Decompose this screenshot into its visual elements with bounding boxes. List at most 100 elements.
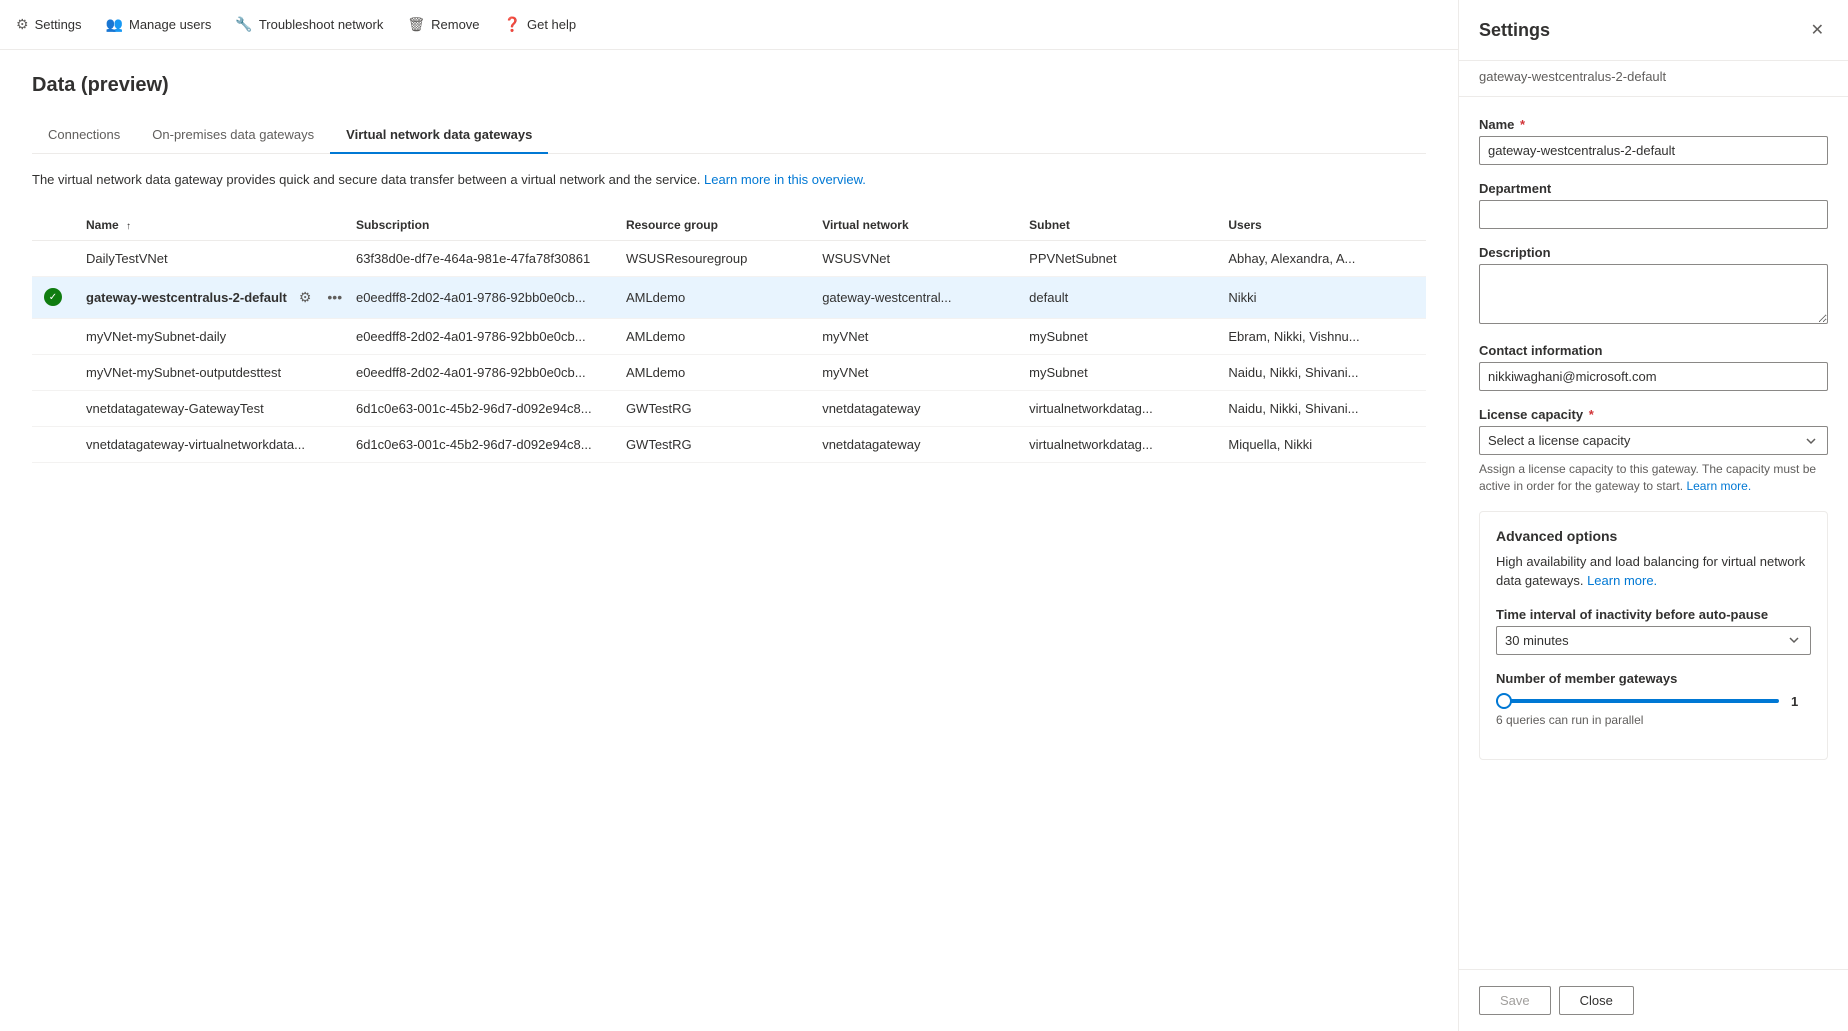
row-settings-btn[interactable]: ⚙ — [295, 287, 316, 308]
panel-close-button[interactable]: ✕ — [1807, 16, 1828, 44]
description-form-group: Description — [1479, 245, 1828, 327]
row-name: myVNet-mySubnet-daily — [74, 318, 344, 354]
row-subnet: mySubnet — [1017, 354, 1216, 390]
toolbar-item-troubleshoot-network[interactable]: 🔧Troubleshoot network — [235, 16, 383, 33]
row-virtual-network: vnetdatagateway — [810, 426, 1017, 462]
page-title: Data (preview) — [32, 74, 1426, 97]
tab-virtual-network[interactable]: Virtual network data gateways — [330, 117, 548, 154]
main-content: ⚙Settings👥Manage users🔧Troubleshoot netw… — [0, 0, 1458, 1031]
row-subscription: 63f38d0e-df7e-464a-981e-47fa78f30861 — [344, 240, 614, 276]
name-required: * — [1520, 117, 1525, 132]
row-more-btn[interactable]: ••• — [323, 287, 344, 307]
toolbar-item-label: Get help — [527, 17, 576, 32]
row-subscription: e0eedff8-2d02-4a01-9786-92bb0e0cb... — [344, 276, 614, 318]
time-interval-form-group: Time interval of inactivity before auto-… — [1496, 607, 1811, 655]
slider-container: 1 — [1496, 694, 1811, 709]
tab-on-premises[interactable]: On-premises data gateways — [136, 117, 330, 154]
panel-body: Name * Department Description Contact in… — [1459, 97, 1848, 969]
save-button[interactable]: Save — [1479, 986, 1551, 1015]
tab-connections[interactable]: Connections — [32, 117, 136, 154]
row-virtual-network: vnetdatagateway — [810, 390, 1017, 426]
department-form-group: Department — [1479, 181, 1828, 229]
close-button[interactable]: Close — [1559, 986, 1634, 1015]
table-row[interactable]: DailyTestVNet63f38d0e-df7e-464a-981e-47f… — [32, 240, 1426, 276]
table-header-row: Name ↑ Subscription Resource group Virtu… — [32, 210, 1426, 241]
toolbar-item-label: Troubleshoot network — [259, 17, 384, 32]
tabs: ConnectionsOn-premises data gatewaysVirt… — [32, 117, 1426, 154]
row-subscription: 6d1c0e63-001c-45b2-96d7-d092e94c8... — [344, 390, 614, 426]
toolbar-item-label: Settings — [35, 17, 82, 32]
row-actions: gateway-westcentralus-2-default ⚙ ••• — [86, 287, 332, 308]
toolbar-item-remove[interactable]: 🗑Remove — [407, 16, 479, 33]
description-textarea[interactable] — [1479, 264, 1828, 324]
row-icon-cell-3 — [32, 354, 74, 390]
row-name-text: gateway-westcentralus-2-default — [86, 290, 287, 305]
license-learn-more-link[interactable]: Learn more. — [1686, 479, 1751, 493]
contact-input[interactable] — [1479, 362, 1828, 391]
table-row[interactable]: myVNet-mySubnet-outputdestteste0eedff8-2… — [32, 354, 1426, 390]
table-row[interactable]: myVNet-mySubnet-dailye0eedff8-2d02-4a01-… — [32, 318, 1426, 354]
license-capacity-select[interactable]: Select a license capacity — [1479, 426, 1828, 455]
department-input[interactable] — [1479, 200, 1828, 229]
panel-subtitle: gateway-westcentralus-2-default — [1459, 61, 1848, 97]
table-row[interactable]: vnetdatagateway-virtualnetworkdata...6d1… — [32, 426, 1426, 462]
row-icon-cell-4 — [32, 390, 74, 426]
row-virtual-network: myVNet — [810, 354, 1017, 390]
contact-form-group: Contact information — [1479, 343, 1828, 391]
row-subscription: 6d1c0e63-001c-45b2-96d7-d092e94c8... — [344, 426, 614, 462]
row-users: Nikki — [1216, 276, 1426, 318]
row-users: Miquella, Nikki — [1216, 426, 1426, 462]
table-body: DailyTestVNet63f38d0e-df7e-464a-981e-47f… — [32, 240, 1426, 462]
panel-header: Settings ✕ — [1459, 0, 1848, 61]
slider-hint: 6 queries can run in parallel — [1496, 713, 1811, 727]
row-subnet: virtualnetworkdatag... — [1017, 390, 1216, 426]
license-form-group: License capacity * Select a license capa… — [1479, 407, 1828, 495]
row-subnet: default — [1017, 276, 1216, 318]
toolbar-item-settings[interactable]: ⚙Settings — [16, 16, 82, 33]
row-resource-group: GWTestRG — [614, 426, 810, 462]
sort-icon: ↑ — [126, 221, 131, 232]
toolbar-item-get-help[interactable]: ❓ Get help — [504, 16, 577, 33]
row-virtual-network: WSUSVNet — [810, 240, 1017, 276]
description-text: The virtual network data gateway provide… — [32, 170, 1426, 190]
contact-label: Contact information — [1479, 343, 1828, 358]
col-subnet: Subnet — [1017, 210, 1216, 241]
row-subnet: virtualnetworkdatag... — [1017, 426, 1216, 462]
row-name: gateway-westcentralus-2-default ⚙ ••• — [74, 276, 344, 318]
description-label: Description — [1479, 245, 1828, 260]
col-subscription: Subscription — [344, 210, 614, 241]
col-resource-group: Resource group — [614, 210, 810, 241]
col-virtual-network: Virtual network — [810, 210, 1017, 241]
row-subscription: e0eedff8-2d02-4a01-9786-92bb0e0cb... — [344, 318, 614, 354]
row-users: Naidu, Nikki, Shivani... — [1216, 390, 1426, 426]
row-resource-group: GWTestRG — [614, 390, 810, 426]
time-interval-select[interactable]: 10 minutes20 minutes30 minutes60 minutes… — [1496, 626, 1811, 655]
row-users: Ebram, Nikki, Vishnu... — [1216, 318, 1426, 354]
advanced-learn-more-link[interactable]: Learn more. — [1587, 573, 1657, 588]
row-resource-group: AMLdemo — [614, 318, 810, 354]
col-users: Users — [1216, 210, 1426, 241]
row-name: DailyTestVNet — [74, 240, 344, 276]
name-input[interactable] — [1479, 136, 1828, 165]
table-row[interactable]: ✓ gateway-westcentralus-2-default ⚙ ••• … — [32, 276, 1426, 318]
row-resource-group: AMLdemo — [614, 354, 810, 390]
remove-icon: 🗑 — [407, 16, 425, 33]
row-icon-cell-2 — [32, 318, 74, 354]
row-icon-cell-0 — [32, 240, 74, 276]
row-name: myVNet-mySubnet-outputdesttest — [74, 354, 344, 390]
learn-more-link[interactable]: Learn more in this overview. — [704, 172, 866, 187]
row-name: vnetdatagateway-virtualnetworkdata... — [74, 426, 344, 462]
toolbar: ⚙Settings 👥Manage users 🔧Troubleshoot netw… — [0, 0, 1458, 50]
member-gateways-slider[interactable] — [1496, 699, 1779, 703]
time-interval-label: Time interval of inactivity before auto-… — [1496, 607, 1811, 622]
name-label: Name * — [1479, 117, 1828, 132]
row-subscription: e0eedff8-2d02-4a01-9786-92bb0e0cb... — [344, 354, 614, 390]
toolbar-item-label: Manage users — [129, 17, 211, 32]
table-row[interactable]: vnetdatagateway-GatewayTest6d1c0e63-001c… — [32, 390, 1426, 426]
row-resource-group: AMLdemo — [614, 276, 810, 318]
license-hint: Assign a license capacity to this gatewa… — [1479, 461, 1828, 495]
row-subnet: mySubnet — [1017, 318, 1216, 354]
col-icon — [32, 210, 74, 241]
toolbar-item-manage-users[interactable]: 👥Manage users — [106, 16, 212, 33]
get-help-icon: ❓ — [504, 16, 521, 33]
